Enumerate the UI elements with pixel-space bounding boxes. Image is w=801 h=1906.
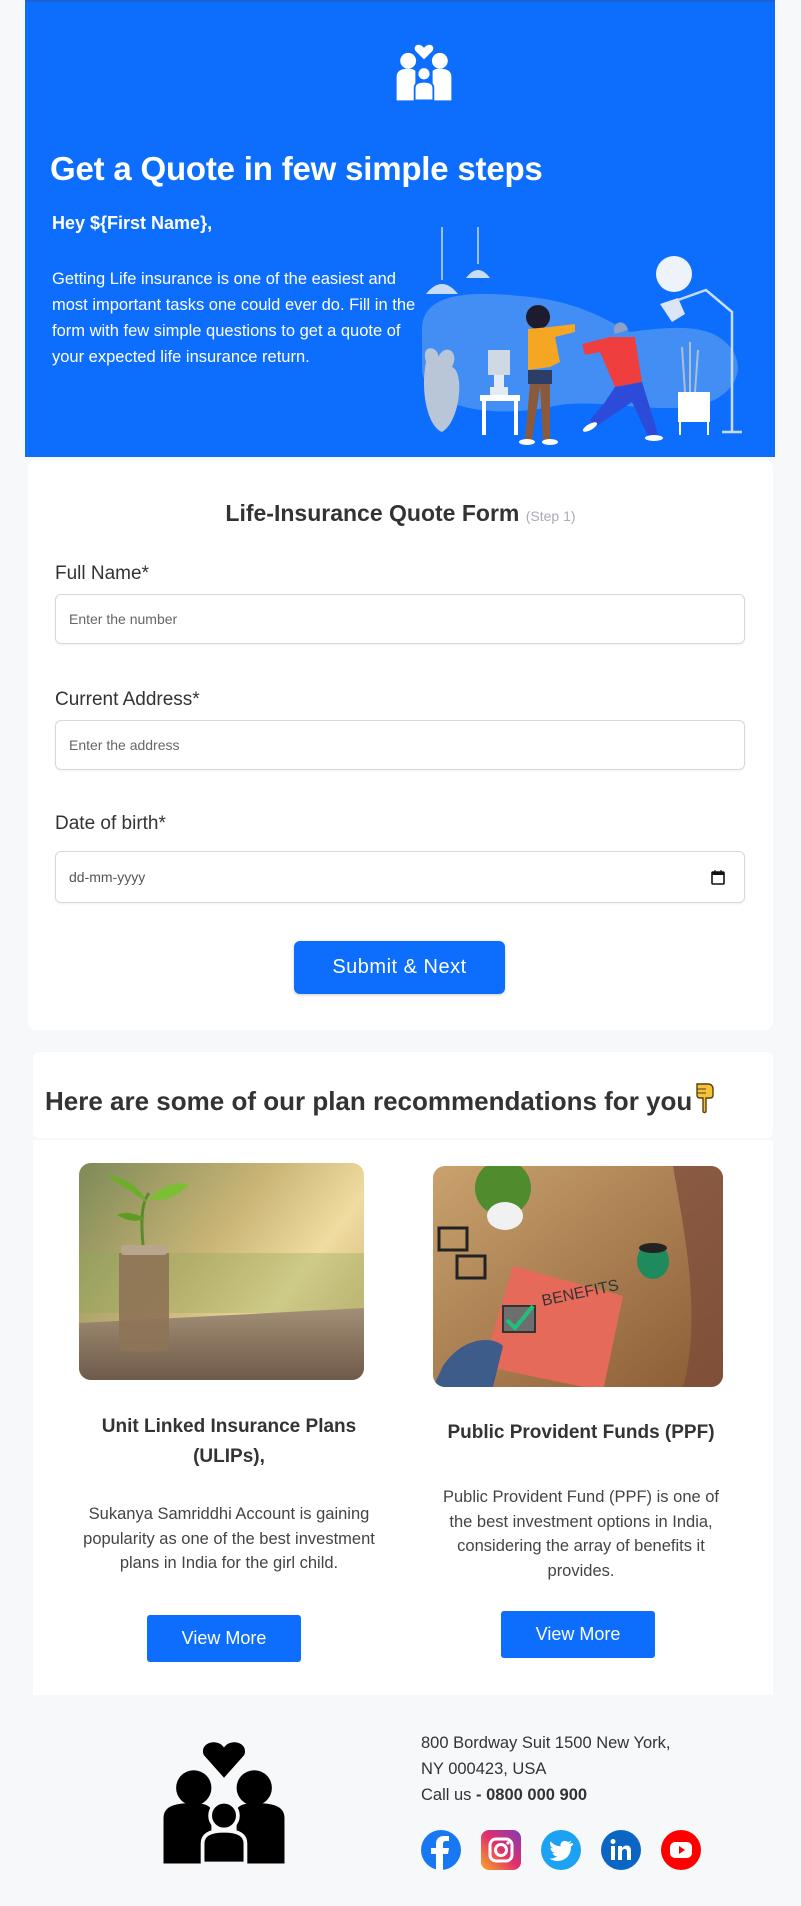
address-line-1: 800 Bordway Suit 1500 New York, [421, 1734, 671, 1752]
full-name-label: Full Name* [55, 563, 149, 584]
quote-form: Life-Insurance Quote Form (Step 1) Full … [28, 460, 773, 1030]
footer-contact: 800 Bordway Suit 1500 New York, NY 00042… [421, 1730, 671, 1808]
phone-number[interactable]: 0800 000 900 [486, 1786, 587, 1804]
youtube-icon[interactable] [661, 1830, 701, 1870]
hero-greeting: Hey ${First Name}, [52, 213, 213, 233]
submit-next-button[interactable]: Submit & Next [294, 941, 505, 994]
email-page: Get a Quote in few simple steps Hey ${Fi… [0, 0, 801, 1906]
plan-card-title: Unit Linked Insurance Plans (ULIPs), [101, 1416, 357, 1467]
address-line-2: NY 000423, USA [421, 1760, 547, 1778]
hero-banner: Get a Quote in few simple steps Hey ${Fi… [25, 0, 775, 457]
social-links [421, 1830, 701, 1870]
plan-card-title: Public Provident Funds (PPF) [447, 1422, 715, 1443]
recommendations-title-text: Here are some of our plan recommendation… [45, 1086, 693, 1116]
backhand-pointing-down-icon [696, 1083, 714, 1114]
recommendations-header: Here are some of our plan recommendation… [33, 1052, 773, 1138]
family-heart-icon [163, 1742, 285, 1866]
hero-title: Get a Quote in few simple steps [50, 150, 543, 187]
people-greeting-illustration [421, 227, 742, 445]
form-title: Life-Insurance Quote Form (Step 1) [28, 500, 773, 527]
form-title-text: Life-Insurance Quote Form [225, 500, 520, 526]
dob-placeholder: dd-mm-yyyy [69, 869, 146, 885]
call-separator: - [471, 1786, 487, 1804]
plan-card-description: Public Provident Fund (PPF) is one of th… [442, 1488, 720, 1580]
current-address-label: Current Address* [55, 689, 200, 710]
recommendations-title: Here are some of our plan recommendation… [45, 1082, 716, 1117]
dob-input[interactable]: dd-mm-yyyy [55, 851, 745, 903]
instagram-icon[interactable] [481, 1830, 521, 1870]
twitter-icon[interactable] [541, 1830, 581, 1870]
view-more-ppf-button[interactable]: View More [501, 1611, 655, 1658]
view-more-ulip-button[interactable]: View More [147, 1615, 301, 1662]
call-label: Call us [421, 1786, 472, 1804]
footer: 800 Bordway Suit 1500 New York, NY 00042… [25, 1700, 775, 1906]
call-us: Call us - 0800 000 900 [421, 1782, 671, 1808]
facebook-icon[interactable] [421, 1830, 461, 1870]
plan-cards: Unit Linked Insurance Plans (ULIPs), Suk… [33, 1140, 773, 1695]
current-address-input[interactable] [55, 720, 745, 770]
plant-in-coin-jar-photo [79, 1163, 364, 1380]
calendar-icon[interactable] [711, 869, 725, 885]
form-step-indicator: (Step 1) [525, 508, 576, 524]
dob-label: Date of birth* [55, 813, 166, 834]
benefits-paper-on-desk-photo: BENEFITS [433, 1166, 723, 1387]
plan-card-description: Sukanya Samriddhi Account is gaining pop… [83, 1505, 375, 1572]
family-heart-icon [396, 44, 452, 102]
hero-text: Getting Life insurance is one of the eas… [52, 270, 416, 366]
full-name-input[interactable] [55, 594, 745, 644]
linkedin-icon[interactable] [601, 1830, 641, 1870]
